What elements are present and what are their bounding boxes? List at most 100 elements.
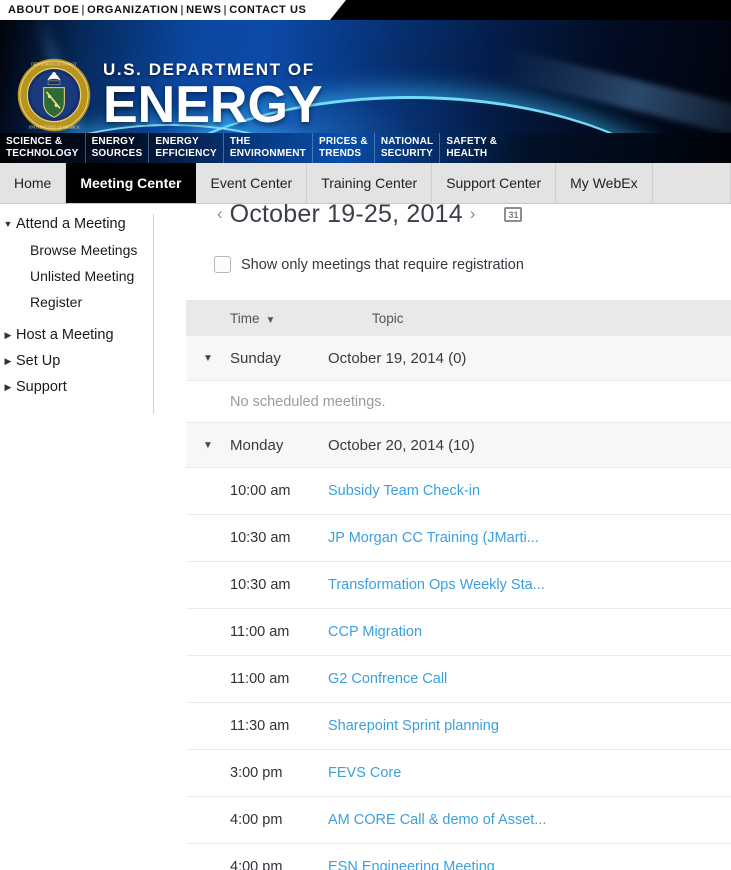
meeting-topic-link[interactable]: Subsidy Team Check-in — [328, 483, 731, 499]
column-header-topic-label: Topic — [372, 310, 404, 326]
doe-banner: DEPARTMENT OF ENERGY UNITED STATES OF AM… — [0, 20, 731, 133]
sidebar-item-browse-meetings[interactable]: Browse Meetings — [0, 237, 153, 263]
sidebar-group-label: Host a Meeting — [16, 327, 114, 343]
doe-topic-nav: SCIENCE & TECHNOLOGY ENERGY SOURCES ENER… — [0, 133, 731, 163]
caret-right-icon: ▶ — [4, 330, 12, 340]
column-header-time[interactable]: Time ▼ — [230, 311, 372, 326]
registration-filter-label: Show only meetings that require registra… — [241, 256, 524, 273]
day-weekday-label: Monday — [230, 436, 284, 454]
day-weekday-label: Sunday — [230, 349, 281, 367]
utility-link-organization[interactable]: ORGANIZATION — [87, 4, 178, 16]
tab-meeting-center[interactable]: Meeting Center — [66, 163, 197, 203]
meeting-topic-link[interactable]: Sharepoint Sprint planning — [328, 718, 731, 734]
meeting-time: 3:00 pm — [230, 765, 283, 781]
tab-event-center[interactable]: Event Center — [196, 163, 308, 203]
main-content: ‹ October 19-25, 2014 › 31 Show only mee… — [186, 204, 731, 870]
no-meetings-row: No scheduled meetings. — [186, 381, 731, 423]
table-row[interactable]: 10:30 am JP Morgan CC Training (JMarti..… — [186, 515, 731, 562]
table-row[interactable]: 10:00 am Subsidy Team Check-in — [186, 468, 731, 515]
nav-item-energy-sources[interactable]: ENERGY SOURCES — [86, 133, 150, 163]
sidebar-group-attend-a-meeting[interactable]: ▼ Attend a Meeting — [0, 211, 153, 237]
day-group-header-monday[interactable]: ▼ Monday October 20, 2014 (10) — [186, 423, 731, 468]
tab-home[interactable]: Home — [0, 163, 67, 203]
nav-item-national-security[interactable]: NATIONAL SECURITY — [375, 133, 441, 163]
day-group-header-sunday[interactable]: ▼ Sunday October 19, 2014 (0) — [186, 336, 731, 381]
column-header-time-label: Time — [230, 310, 260, 326]
meeting-topic-link[interactable]: Transformation Ops Weekly Sta... — [328, 577, 731, 593]
meeting-time: 4:00 pm — [230, 812, 283, 828]
registration-filter-row: Show only meetings that require registra… — [186, 256, 731, 273]
meeting-topic-link[interactable]: CCP Migration — [328, 624, 731, 640]
sidebar-top-spacer — [0, 204, 153, 211]
day-date-label: October 19, 2014 (0) — [328, 349, 467, 367]
table-row[interactable]: 11:00 am CCP Migration — [186, 609, 731, 656]
doe-agency-line: ENERGY — [103, 76, 323, 133]
sidebar-group-label: Support — [16, 379, 67, 395]
calendar-icon[interactable]: 31 — [504, 206, 523, 222]
meeting-topic-link[interactable]: JP Morgan CC Training (JMarti... — [328, 530, 731, 546]
utility-link-contact-us[interactable]: CONTACT US — [229, 4, 306, 16]
meeting-time: 11:00 am — [230, 624, 290, 640]
nav-item-science-technology[interactable]: SCIENCE & TECHNOLOGY — [0, 133, 86, 163]
meeting-topic-link[interactable]: ESN Engineering Meeting — [328, 859, 731, 870]
meeting-topic-link[interactable]: G2 Confrence Call — [328, 671, 731, 687]
tab-training-center[interactable]: Training Center — [307, 163, 433, 203]
table-row[interactable]: 11:00 am G2 Confrence Call — [186, 656, 731, 703]
table-row[interactable]: 4:00 pm ESN Engineering Meeting — [186, 844, 731, 870]
meetings-table: Time ▼ Topic ▼ Sunday October 19, 2014 (0… — [186, 300, 731, 870]
tab-support-center[interactable]: Support Center — [432, 163, 557, 203]
nav-item-safety-health[interactable]: SAFETY & HEALTH — [440, 133, 503, 163]
meeting-time: 10:00 am — [230, 483, 291, 499]
day-date-label: October 20, 2014 (10) — [328, 436, 475, 454]
nav-item-prices-trends[interactable]: PRICES & TRENDS — [313, 133, 375, 163]
sidebar-group-label: Set Up — [16, 353, 61, 369]
utility-link-about-doe[interactable]: ABOUT DOE — [8, 4, 79, 16]
table-row[interactable]: 11:30 am Sharepoint Sprint planning — [186, 703, 731, 750]
page-root: ABOUT DOE | ORGANIZATION | NEWS | CONTACT US D… — [0, 0, 731, 870]
table-row[interactable]: 10:30 am Transformation Ops Weekly Sta..… — [186, 562, 731, 609]
doe-seal-icon[interactable]: DEPARTMENT OF ENERGY UNITED STATES OF AM… — [17, 58, 91, 132]
caret-down-icon: ▼ — [203, 352, 213, 364]
utility-separator: | — [81, 4, 86, 16]
svg-text:UNITED STATES OF AMERICA: UNITED STATES OF AMERICA — [29, 125, 80, 129]
sidebar-divider — [153, 214, 154, 414]
table-row[interactable]: 3:00 pm FEVS Core — [186, 750, 731, 797]
nav-item-the-environment[interactable]: THE ENVIRONMENT — [224, 133, 313, 163]
meeting-time: 11:30 am — [230, 718, 290, 734]
date-range-title: October 19-25, 2014 — [229, 204, 463, 228]
table-row[interactable]: 4:00 pm AM CORE Call & demo of Asset... — [186, 797, 731, 844]
sidebar: ▼ Attend a Meeting Browse Meetings Unlis… — [0, 204, 153, 870]
caret-down-icon: ▼ — [3, 219, 13, 229]
meeting-time: 10:30 am — [230, 530, 291, 546]
meeting-time: 10:30 am — [230, 577, 291, 593]
registration-filter-checkbox[interactable] — [214, 256, 231, 273]
sidebar-item-unlisted-meeting[interactable]: Unlisted Meeting — [0, 263, 153, 289]
table-header-row: Time ▼ Topic — [186, 300, 731, 336]
tab-bar-filler — [653, 163, 731, 203]
next-week-arrow-icon[interactable]: › — [463, 204, 483, 224]
sort-descending-icon: ▼ — [265, 314, 276, 326]
caret-right-icon: ▶ — [4, 356, 12, 366]
column-header-topic[interactable]: Topic — [372, 311, 731, 326]
utility-bar-wedge — [330, 0, 346, 20]
utility-links: ABOUT DOE | ORGANIZATION | NEWS | CONTACT US — [8, 0, 307, 20]
meeting-time: 4:00 pm — [230, 859, 283, 870]
sidebar-group-support[interactable]: ▶ Support — [0, 374, 153, 400]
previous-week-arrow-icon[interactable]: ‹ — [210, 204, 230, 224]
doe-wordmark: U.S. DEPARTMENT OF ENERGY — [103, 60, 323, 132]
sidebar-group-host-a-meeting[interactable]: ▶ Host a Meeting — [0, 322, 153, 348]
sidebar-gap-1 — [0, 315, 153, 322]
utility-link-news[interactable]: NEWS — [186, 4, 221, 16]
meeting-topic-link[interactable]: FEVS Core — [328, 765, 731, 781]
caret-right-icon: ▶ — [4, 382, 12, 392]
webex-tab-bar: Home Meeting Center Event Center Trainin… — [0, 163, 731, 204]
caret-down-icon: ▼ — [203, 439, 213, 451]
tab-my-webex[interactable]: My WebEx — [556, 163, 653, 203]
sidebar-item-register[interactable]: Register — [0, 289, 153, 315]
sidebar-group-label: Attend a Meeting — [16, 216, 126, 232]
svg-text:DEPARTMENT OF ENERGY: DEPARTMENT OF ENERGY — [31, 62, 77, 66]
meeting-topic-link[interactable]: AM CORE Call & demo of Asset... — [328, 812, 731, 828]
sidebar-group-set-up[interactable]: ▶ Set Up — [0, 348, 153, 374]
nav-item-energy-efficiency[interactable]: ENERGY EFFICIENCY — [149, 133, 224, 163]
meeting-time: 11:00 am — [230, 671, 290, 687]
